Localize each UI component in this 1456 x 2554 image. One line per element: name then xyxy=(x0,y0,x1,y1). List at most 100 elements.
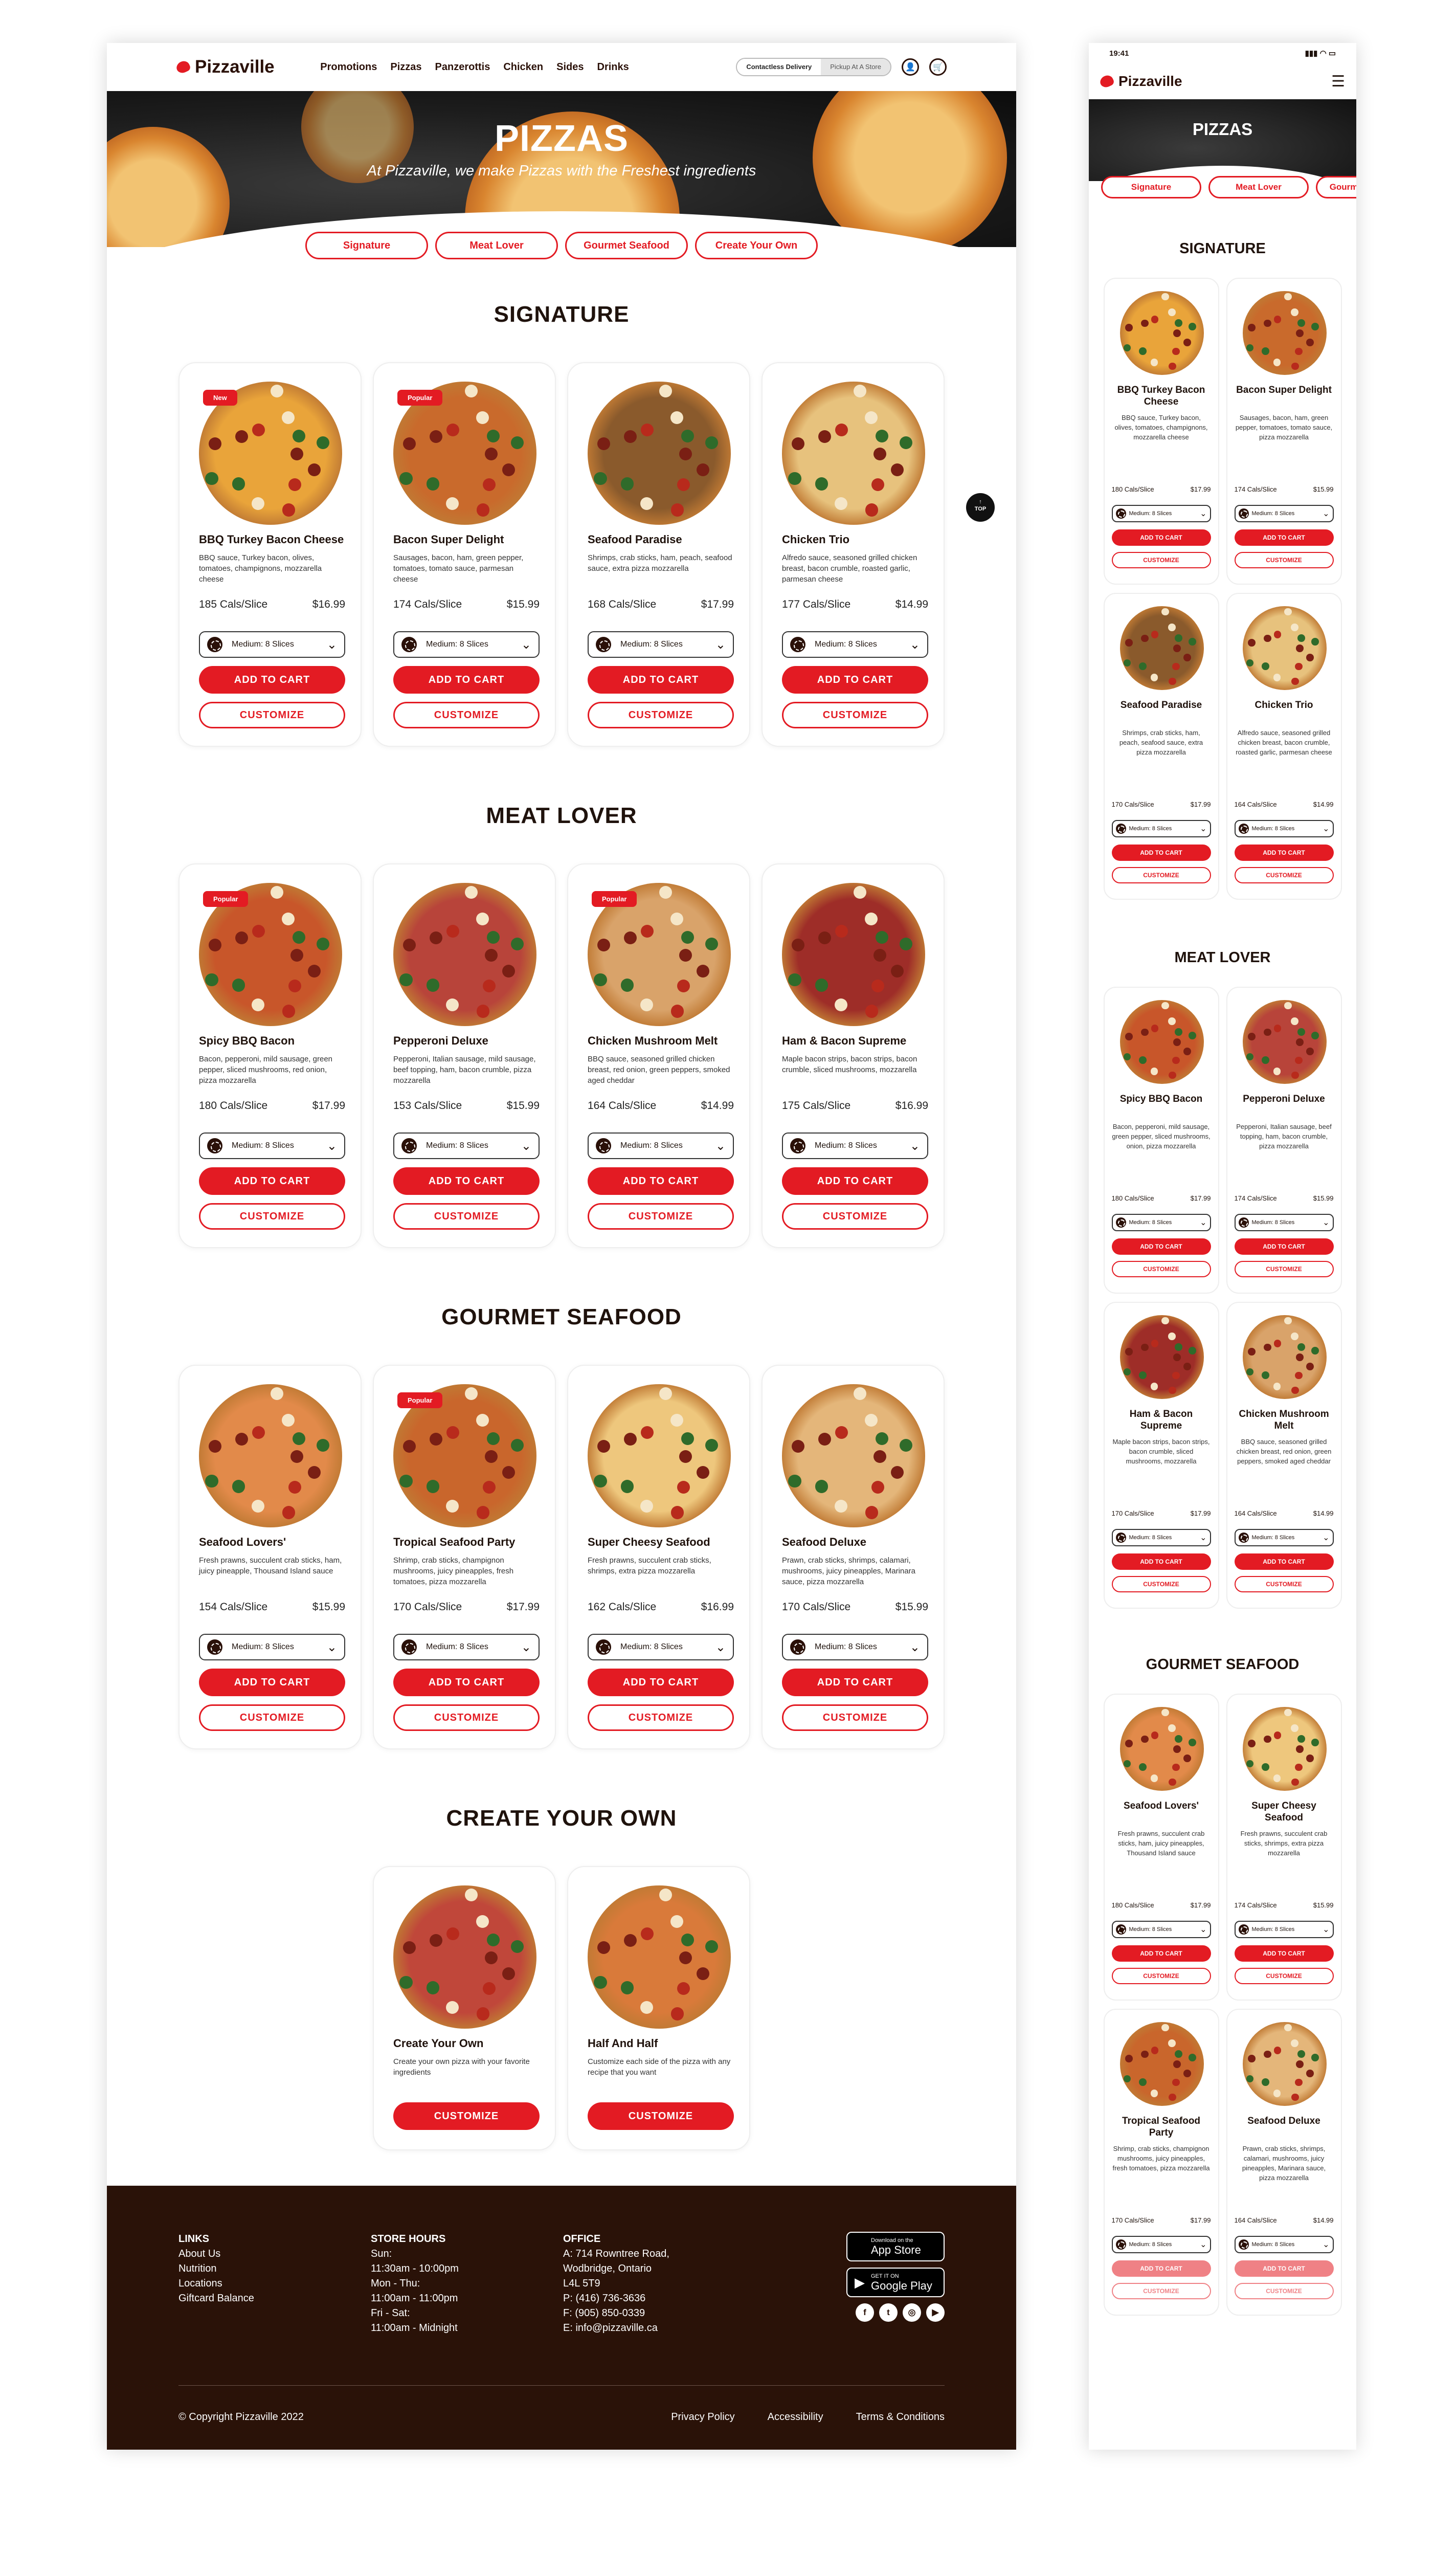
customize-button[interactable]: CUSTOMIZE xyxy=(1234,1968,1334,1984)
customize-button[interactable]: CUSTOMIZE xyxy=(782,1704,928,1731)
size-select[interactable]: Medium: 8 Slices ⌄ xyxy=(199,1634,345,1660)
customize-button[interactable]: CUSTOMIZE xyxy=(1111,2283,1211,2299)
add-to-cart-button[interactable]: ADD TO CART xyxy=(1234,529,1334,546)
size-select[interactable]: Medium: 8 Slices ⌄ xyxy=(393,631,540,658)
customize-button[interactable]: CUSTOMIZE xyxy=(199,1704,345,1731)
customize-button[interactable]: CUSTOMIZE xyxy=(1111,1261,1211,1277)
footer-item[interactable]: Nutrition xyxy=(178,2261,371,2276)
size-select[interactable]: Medium: 8 Slices ⌄ xyxy=(1234,505,1334,522)
footer-bottom-link[interactable]: Accessibility xyxy=(768,2411,823,2423)
add-to-cart-button[interactable]: ADD TO CART xyxy=(1111,1945,1211,1962)
size-select[interactable]: Medium: 8 Slices ⌄ xyxy=(1234,1214,1334,1231)
add-to-cart-button[interactable]: ADD TO CART xyxy=(1111,1553,1211,1570)
add-to-cart-button[interactable]: ADD TO CART xyxy=(1111,1238,1211,1255)
add-to-cart-button[interactable]: ADD TO CART xyxy=(199,1167,345,1195)
category-pill[interactable]: Meat Lover xyxy=(435,232,558,259)
hamburger-menu-icon[interactable]: ☰ xyxy=(1331,73,1345,91)
customize-button[interactable]: CUSTOMIZE xyxy=(393,1704,540,1731)
size-select[interactable]: Medium: 8 Slices ⌄ xyxy=(782,1132,928,1159)
twitter-icon[interactable]: t xyxy=(879,2303,898,2322)
add-to-cart-button[interactable]: ADD TO CART xyxy=(1234,1238,1334,1255)
footer-item[interactable]: About Us xyxy=(178,2247,371,2261)
customize-button[interactable]: CUSTOMIZE xyxy=(393,702,540,728)
nav-link-chicken[interactable]: Chicken xyxy=(503,61,543,73)
add-to-cart-button[interactable]: ADD TO CART xyxy=(588,1167,734,1195)
customize-button[interactable]: CUSTOMIZE xyxy=(1234,1576,1334,1592)
add-to-cart-button[interactable]: ADD TO CART xyxy=(1111,2260,1211,2277)
customize-button[interactable]: CUSTOMIZE xyxy=(782,702,928,728)
size-select[interactable]: Medium: 8 Slices ⌄ xyxy=(1111,1921,1211,1938)
add-to-cart-button[interactable]: ADD TO CART xyxy=(782,1167,928,1195)
size-select[interactable]: Medium: 8 Slices ⌄ xyxy=(1111,1214,1211,1231)
size-select[interactable]: Medium: 8 Slices ⌄ xyxy=(782,631,928,658)
logo[interactable]: Pizzaville xyxy=(176,57,275,77)
mobile-category-pill[interactable]: Gourmet Seafood xyxy=(1316,176,1356,198)
footer-item[interactable]: Giftcard Balance xyxy=(178,2291,371,2306)
size-select[interactable]: Medium: 8 Slices ⌄ xyxy=(1111,2236,1211,2253)
size-select[interactable]: Medium: 8 Slices ⌄ xyxy=(1234,2236,1334,2253)
add-to-cart-button[interactable]: ADD TO CART xyxy=(1111,845,1211,861)
customize-button[interactable]: CUSTOMIZE xyxy=(199,1203,345,1230)
footer-bottom-link[interactable]: Privacy Policy xyxy=(671,2411,734,2423)
add-to-cart-button[interactable]: ADD TO CART xyxy=(199,666,345,694)
customize-button[interactable]: CUSTOMIZE xyxy=(588,1704,734,1731)
nav-link-drinks[interactable]: Drinks xyxy=(597,61,629,73)
add-to-cart-button[interactable]: ADD TO CART xyxy=(1234,1553,1334,1570)
customize-button[interactable]: CUSTOMIZE xyxy=(588,2102,734,2130)
nav-link-panzerottis[interactable]: Panzerottis xyxy=(435,61,490,73)
add-to-cart-button[interactable]: ADD TO CART xyxy=(1234,1945,1334,1962)
google-play-button[interactable]: ▶ GET IT ON Google Play xyxy=(846,2268,945,2297)
customize-button[interactable]: CUSTOMIZE xyxy=(1111,1968,1211,1984)
add-to-cart-button[interactable]: ADD TO CART xyxy=(782,1669,928,1696)
size-select[interactable]: Medium: 8 Slices ⌄ xyxy=(1111,1529,1211,1546)
back-to-top-button[interactable]: ↑ TOP xyxy=(966,493,995,522)
size-select[interactable]: Medium: 8 Slices ⌄ xyxy=(1111,820,1211,837)
size-select[interactable]: Medium: 8 Slices ⌄ xyxy=(1234,820,1334,837)
nav-link-sides[interactable]: Sides xyxy=(556,61,584,73)
customize-button[interactable]: CUSTOMIZE xyxy=(1234,552,1334,568)
add-to-cart-button[interactable]: ADD TO CART xyxy=(393,1669,540,1696)
customize-button[interactable]: CUSTOMIZE xyxy=(1111,867,1211,883)
mobile-logo[interactable]: Pizzaville xyxy=(1100,73,1182,90)
add-to-cart-button[interactable]: ADD TO CART xyxy=(1111,529,1211,546)
delivery-toggle[interactable]: Contactless Delivery Pickup At A Store xyxy=(736,58,891,76)
size-select[interactable]: Medium: 8 Slices ⌄ xyxy=(782,1634,928,1660)
customize-button[interactable]: CUSTOMIZE xyxy=(393,1203,540,1230)
add-to-cart-button[interactable]: ADD TO CART xyxy=(1234,2260,1334,2277)
customize-button[interactable]: CUSTOMIZE xyxy=(1234,1261,1334,1277)
add-to-cart-button[interactable]: ADD TO CART xyxy=(199,1669,345,1696)
size-select[interactable]: Medium: 8 Slices ⌄ xyxy=(1111,505,1211,522)
delivery-option[interactable]: Contactless Delivery xyxy=(737,59,821,75)
add-to-cart-button[interactable]: ADD TO CART xyxy=(588,1669,734,1696)
youtube-icon[interactable]: ▶ xyxy=(926,2303,945,2322)
customize-button[interactable]: CUSTOMIZE xyxy=(588,1203,734,1230)
add-to-cart-button[interactable]: ADD TO CART xyxy=(393,1167,540,1195)
size-select[interactable]: Medium: 8 Slices ⌄ xyxy=(1234,1921,1334,1938)
customize-button[interactable]: CUSTOMIZE xyxy=(1111,552,1211,568)
size-select[interactable]: Medium: 8 Slices ⌄ xyxy=(199,631,345,658)
category-pill[interactable]: Signature xyxy=(305,232,428,259)
nav-link-promotions[interactable]: Promotions xyxy=(320,61,377,73)
add-to-cart-button[interactable]: ADD TO CART xyxy=(1234,845,1334,861)
app-store-button[interactable]: Download on the App Store xyxy=(846,2232,945,2261)
customize-button[interactable]: CUSTOMIZE xyxy=(393,2102,540,2130)
facebook-icon[interactable]: f xyxy=(856,2303,874,2322)
add-to-cart-button[interactable]: ADD TO CART xyxy=(782,666,928,694)
customize-button[interactable]: CUSTOMIZE xyxy=(1234,867,1334,883)
size-select[interactable]: Medium: 8 Slices ⌄ xyxy=(588,1132,734,1159)
size-select[interactable]: Medium: 8 Slices ⌄ xyxy=(393,1634,540,1660)
category-pill[interactable]: Create Your Own xyxy=(695,232,818,259)
customize-button[interactable]: CUSTOMIZE xyxy=(1111,1576,1211,1592)
size-select[interactable]: Medium: 8 Slices ⌄ xyxy=(393,1132,540,1159)
size-select[interactable]: Medium: 8 Slices ⌄ xyxy=(1234,1529,1334,1546)
add-to-cart-button[interactable]: ADD TO CART xyxy=(588,666,734,694)
customize-button[interactable]: CUSTOMIZE xyxy=(199,702,345,728)
footer-item[interactable]: Locations xyxy=(178,2276,371,2291)
nav-link-pizzas[interactable]: Pizzas xyxy=(390,61,421,73)
instagram-icon[interactable]: ◎ xyxy=(903,2303,921,2322)
size-select[interactable]: Medium: 8 Slices ⌄ xyxy=(588,1634,734,1660)
customize-button[interactable]: CUSTOMIZE xyxy=(588,702,734,728)
size-select[interactable]: Medium: 8 Slices ⌄ xyxy=(199,1132,345,1159)
cart-icon[interactable]: 🛒 xyxy=(929,58,947,76)
size-select[interactable]: Medium: 8 Slices ⌄ xyxy=(588,631,734,658)
